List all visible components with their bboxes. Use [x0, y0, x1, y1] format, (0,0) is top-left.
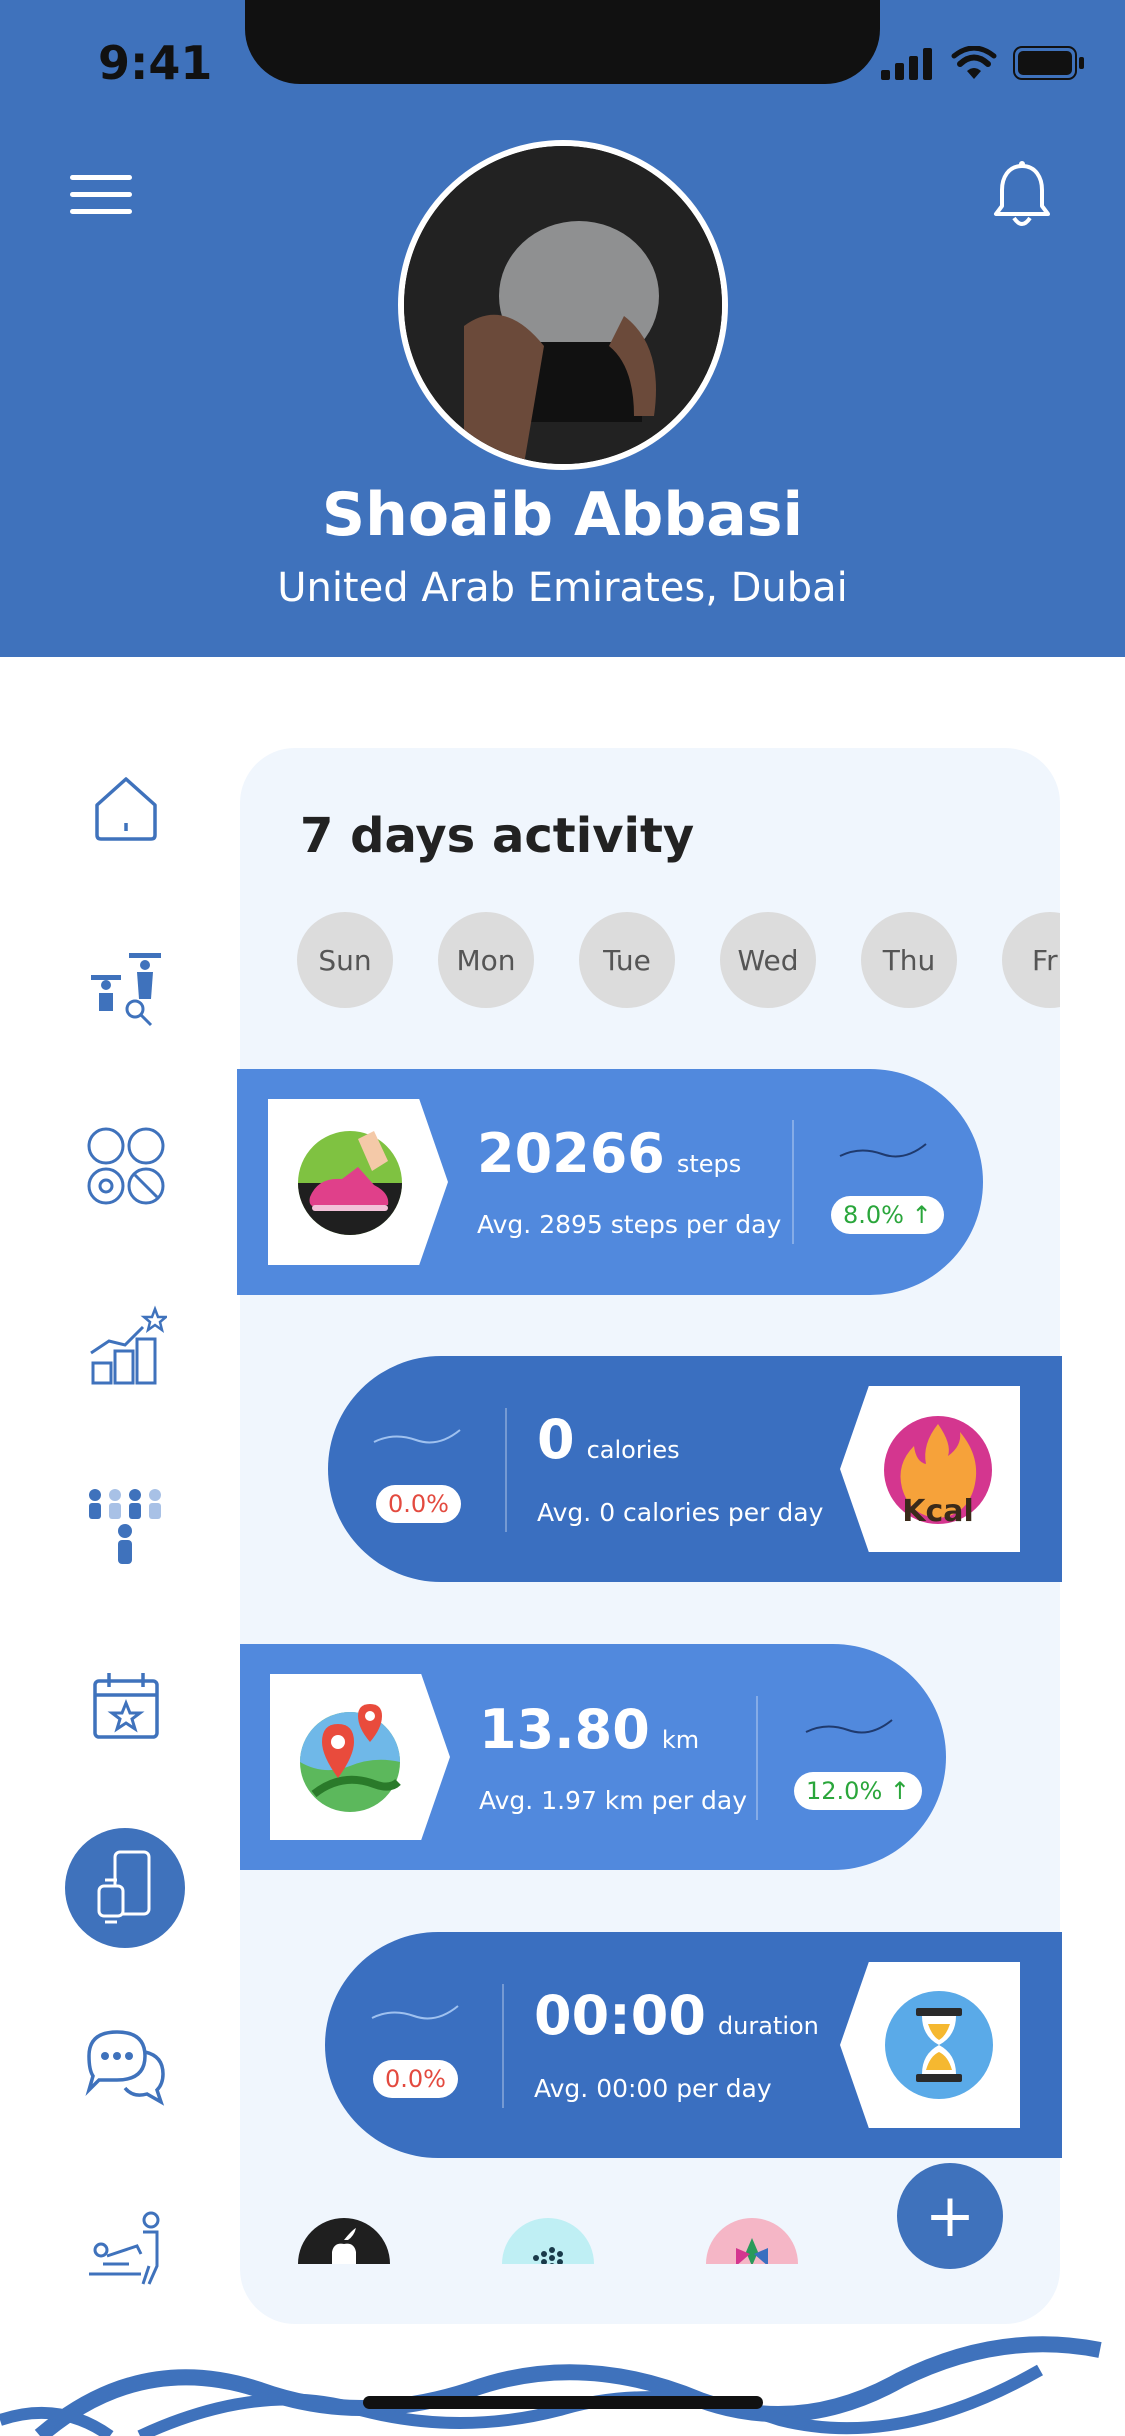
- steps-average: Avg. 2895 steps per day: [477, 1210, 782, 1239]
- add-button[interactable]: +: [897, 2163, 1003, 2269]
- steps-change-badge: 8.0% ↑: [831, 1196, 944, 1234]
- signal-icon: [881, 48, 932, 80]
- distance-icon-badge: [270, 1674, 450, 1840]
- day-chip-thu[interactable]: Thu: [861, 912, 957, 1008]
- calories-average: Avg. 0 calories per day: [537, 1498, 824, 1527]
- device-icon[interactable]: [65, 1828, 185, 1948]
- calendar-icon[interactable]: [80, 1660, 172, 1752]
- card-divider: [756, 1696, 758, 1820]
- duration-change-badge: 0.0%: [373, 2060, 458, 2098]
- sports-icon[interactable]: [80, 1120, 172, 1212]
- fitbit-icon[interactable]: [502, 2218, 594, 2264]
- calories-trend-sparkline: [373, 1429, 461, 1444]
- calories-value: 0: [537, 1408, 575, 1471]
- profile-location: United Arab Emirates, Dubai: [277, 565, 848, 611]
- notification-bell-icon[interactable]: [992, 160, 1052, 230]
- distance-change-badge: 12.0% ↑: [794, 1772, 922, 1810]
- progress-icon[interactable]: [80, 1300, 172, 1392]
- card-divider: [505, 1408, 507, 1532]
- calories-change-badge: 0.0%: [376, 1485, 461, 1523]
- status-icons: [881, 46, 1085, 80]
- duration-icon-badge: [840, 1962, 1020, 2128]
- community-icon[interactable]: [80, 1480, 172, 1572]
- workout-icon[interactable]: [80, 940, 172, 1032]
- day-chip-tue[interactable]: Tue: [579, 912, 675, 1008]
- profile-avatar[interactable]: [398, 140, 728, 470]
- wave-decoration: [0, 2336, 1102, 2436]
- steps-trend-sparkline: [839, 1143, 927, 1158]
- menu-icon[interactable]: [70, 175, 132, 219]
- day-chip-mon[interactable]: Mon: [438, 912, 534, 1008]
- steps-value: 20266: [477, 1122, 665, 1185]
- steps-unit: steps: [676, 1150, 742, 1178]
- distance-average: Avg. 1.97 km per day: [479, 1786, 748, 1815]
- physio-icon[interactable]: [80, 2200, 172, 2292]
- google-fit-icon[interactable]: [706, 2218, 798, 2264]
- wifi-icon: [951, 46, 997, 79]
- sneaker-icon: [298, 1131, 402, 1235]
- device-notch: [245, 0, 880, 84]
- chat-icon[interactable]: [80, 2020, 172, 2112]
- card-divider: [502, 1984, 504, 2108]
- distance-unit: km: [661, 1726, 700, 1754]
- calories-icon-badge: Kcal: [840, 1386, 1020, 1552]
- home-icon[interactable]: [80, 762, 172, 854]
- status-time: 9:41: [98, 36, 213, 90]
- profile-name: Shoaib Abbasi: [321, 480, 804, 550]
- duration-value: 00:00: [534, 1984, 706, 2047]
- steps-icon-badge: [268, 1099, 448, 1265]
- battery-icon: [1013, 46, 1084, 80]
- apple-health-icon[interactable]: [298, 2218, 390, 2264]
- panel-title: 7 days activity: [300, 808, 695, 864]
- day-chip-fri[interactable]: Fr: [1002, 912, 1060, 1008]
- distance-trend-sparkline: [805, 1719, 893, 1734]
- home-indicator[interactable]: [363, 2396, 763, 2409]
- hourglass-icon: [885, 1991, 993, 2099]
- card-divider: [792, 1120, 794, 1244]
- distance-value: 13.80: [479, 1698, 650, 1761]
- duration-average: Avg. 00:00 per day: [534, 2074, 772, 2103]
- map-pin-icon: [300, 1704, 401, 1812]
- duration-unit: duration: [717, 2012, 819, 2040]
- kcal-label: Kcal: [902, 1494, 974, 1529]
- day-chip-sun[interactable]: Sun: [297, 912, 393, 1008]
- day-chip-fri-clip: Fr: [1002, 912, 1060, 1008]
- duration-trend-sparkline: [371, 2005, 459, 2020]
- day-chip-wed[interactable]: Wed: [720, 912, 816, 1008]
- calories-unit: calories: [586, 1436, 680, 1464]
